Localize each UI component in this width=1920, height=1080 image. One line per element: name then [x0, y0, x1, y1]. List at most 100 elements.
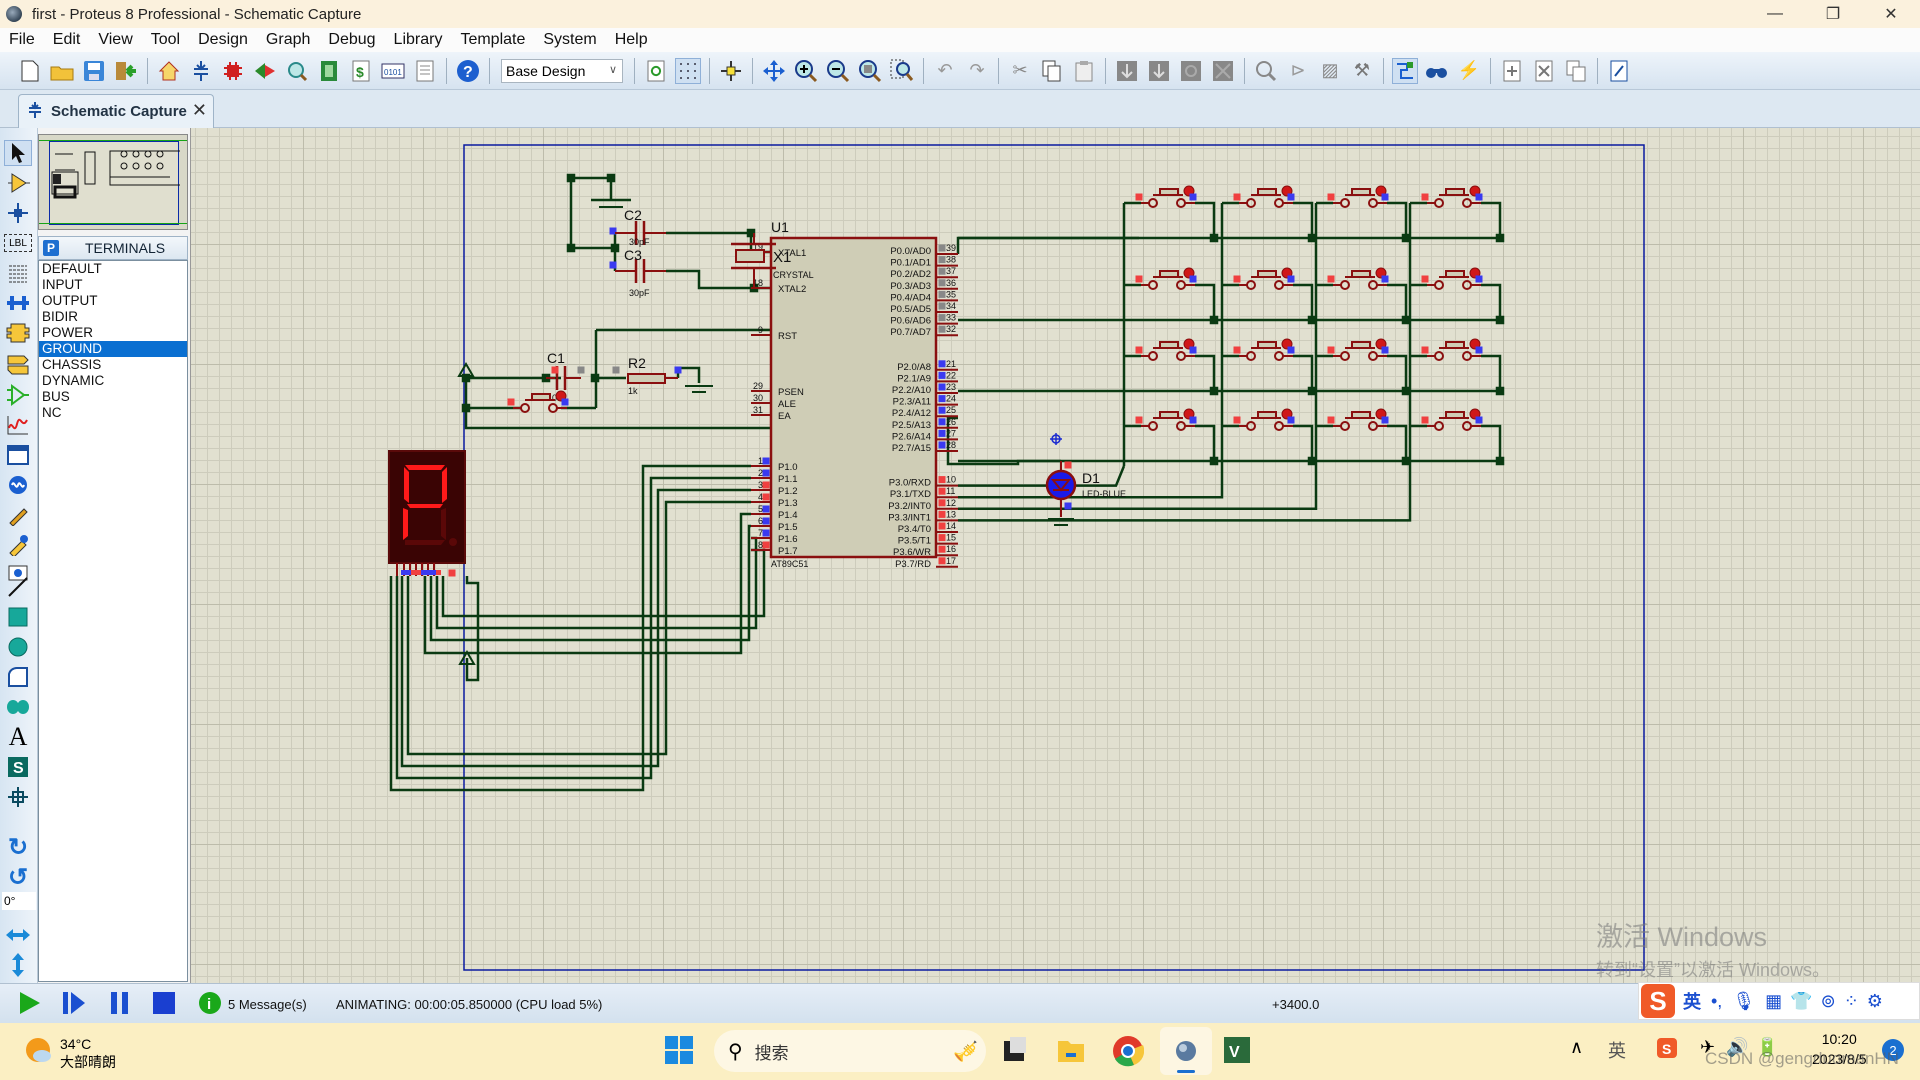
step-button[interactable] [60, 989, 88, 1020]
new-file-icon[interactable] [17, 58, 43, 84]
menu-help[interactable]: Help [606, 31, 657, 49]
device-item[interactable]: DYNAMIC [39, 373, 187, 389]
skin-icon[interactable]: 👕 [1790, 991, 1812, 1012]
search-box[interactable]: ⚲ 搜索 🎺 [714, 1030, 986, 1072]
menu-graph[interactable]: Graph [257, 31, 319, 49]
zoom-in-icon[interactable] [793, 58, 819, 84]
save-icon[interactable] [81, 58, 107, 84]
rotate-anticlockwise-icon[interactable]: ↺ [4, 864, 32, 891]
file-explorer-icon[interactable] [1056, 1035, 1086, 1065]
open-folder-icon[interactable] [49, 58, 75, 84]
pick-devices-button[interactable]: P [43, 240, 59, 256]
3d-viewer-icon[interactable] [252, 58, 278, 84]
terminals-icon[interactable] [4, 352, 32, 378]
subcircuit-icon[interactable] [4, 320, 32, 346]
project-notes-icon[interactable] [412, 58, 438, 84]
menu-template[interactable]: Template [451, 31, 534, 49]
close-button[interactable]: ✕ [1862, 0, 1920, 28]
generator-icon[interactable] [4, 472, 32, 498]
circle-icon[interactable] [4, 634, 32, 660]
text-icon[interactable]: A [4, 722, 32, 751]
sogou-tray-icon[interactable]: S [1656, 1037, 1678, 1059]
game-icon[interactable]: ⊚ [1821, 991, 1836, 1012]
block-copy-icon[interactable] [1114, 58, 1140, 84]
settings-icon[interactable]: ⚙ [1867, 991, 1883, 1012]
component-mode-icon[interactable] [4, 170, 32, 196]
new-sheet-icon[interactable] [1499, 58, 1525, 84]
graph-icon[interactable] [4, 412, 32, 438]
import-icon[interactable] [113, 58, 139, 84]
exit-to-parent-icon[interactable] [1563, 58, 1589, 84]
make-device-icon[interactable]: ⊳ [1285, 58, 1311, 84]
menu-design[interactable]: Design [189, 31, 257, 49]
design-explorer-icon[interactable] [316, 58, 342, 84]
device-item[interactable]: OUTPUT [39, 293, 187, 309]
schematic-editing-window[interactable]: U1 AT89C51 XTAL1 19 XTAL2 18 RST 9 PSEN 29 ALE 30 EA… [190, 128, 1920, 983]
wire-label-icon[interactable]: LBL [4, 234, 32, 252]
punctuation-icon[interactable]: •, [1711, 991, 1722, 1012]
tray-language[interactable]: 英 [1608, 1037, 1626, 1063]
rotate-clockwise-icon[interactable]: ↻ [4, 834, 32, 861]
selection-mode-icon[interactable] [4, 140, 32, 166]
zoom-area-icon[interactable] [889, 58, 915, 84]
menu-system[interactable]: System [534, 31, 605, 49]
home-icon[interactable] [156, 58, 182, 84]
decompose-icon[interactable]: ⚒ [1349, 58, 1375, 84]
grid-icon[interactable] [675, 57, 701, 84]
menu-view[interactable]: View [89, 31, 141, 49]
symbol-icon[interactable]: S [4, 754, 32, 780]
device-item[interactable]: DEFAULT [39, 261, 187, 277]
menu-debug[interactable]: Debug [319, 31, 384, 49]
pcb-layout-icon[interactable] [220, 58, 246, 84]
mirror-horizontal-icon[interactable] [4, 922, 32, 948]
redo-icon[interactable]: ↷ [964, 58, 990, 84]
paste-icon[interactable] [1071, 58, 1097, 84]
pan-icon[interactable] [761, 58, 787, 84]
overview-viewport[interactable] [49, 141, 191, 225]
device-item[interactable]: BIDIR [39, 309, 187, 325]
box-icon[interactable] [4, 604, 32, 630]
overview-window[interactable] [38, 134, 191, 230]
undo-icon[interactable]: ↶ [932, 58, 958, 84]
toolbox-icon[interactable]: ⁘ [1844, 991, 1859, 1012]
origin-icon[interactable] [718, 58, 744, 84]
pick-device-icon[interactable] [1253, 58, 1279, 84]
schematic-icon[interactable] [188, 58, 214, 84]
cut-icon[interactable]: ✂ [1007, 58, 1033, 84]
zoom-all-icon[interactable] [857, 58, 883, 84]
current-probe-icon[interactable] [4, 532, 32, 558]
mirror-vertical-icon[interactable] [4, 952, 32, 978]
weather-widget[interactable]: 34°C 大部晴朗 [24, 1035, 116, 1071]
sogou-icon[interactable]: S [1641, 984, 1675, 1018]
keyboard-icon[interactable]: ▦ [1765, 991, 1782, 1012]
message-count[interactable]: 5 Message(s) [228, 997, 307, 1012]
remove-sheet-icon[interactable] [1531, 58, 1557, 84]
close-tab-icon[interactable]: ✕ [192, 100, 207, 121]
play-button[interactable] [16, 989, 44, 1020]
device-item[interactable]: POWER [39, 325, 187, 341]
ime-language[interactable]: 英 [1683, 988, 1701, 1014]
device-item[interactable]: NC [39, 405, 187, 421]
device-item[interactable]: CHASSIS [39, 357, 187, 373]
block-delete-icon[interactable] [1210, 58, 1236, 84]
path-icon[interactable] [4, 694, 32, 720]
help-icon[interactable]: ? [455, 58, 481, 84]
menu-edit[interactable]: Edit [44, 31, 90, 49]
device-item-selected[interactable]: GROUND [39, 341, 187, 357]
property-assignment-icon[interactable]: ⚡ [1456, 58, 1482, 84]
device-item[interactable]: INPUT [39, 277, 187, 293]
menu-library[interactable]: Library [385, 31, 452, 49]
search-tag-icon[interactable] [1424, 58, 1450, 84]
start-button[interactable] [664, 1035, 694, 1070]
minimize-button[interactable]: — [1746, 0, 1804, 28]
gerber-viewer-icon[interactable] [284, 58, 310, 84]
proteus-taskbar-icon[interactable] [1160, 1027, 1212, 1075]
line-icon[interactable] [4, 574, 32, 600]
buses-icon[interactable] [4, 290, 32, 316]
vivado-icon[interactable]: V [1222, 1035, 1252, 1065]
info-icon[interactable]: i [198, 991, 222, 1018]
variant-select[interactable]: Base Design ∨ [501, 58, 623, 83]
tape-recorder-icon[interactable] [4, 442, 32, 468]
device-item[interactable]: BUS [39, 389, 187, 405]
marker-icon[interactable] [4, 784, 32, 810]
